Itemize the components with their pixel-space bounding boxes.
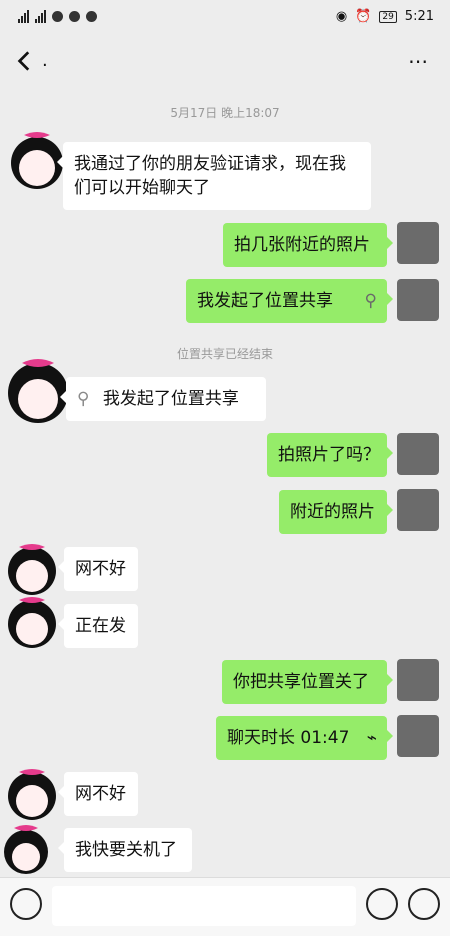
message-input[interactable] [52,886,356,926]
avatar[interactable] [0,347,76,427]
avatar[interactable] [397,659,439,701]
message-bubble[interactable]: 网不好 [58,547,138,591]
input-bar [0,877,450,936]
message-bubble[interactable]: 我通过了你的朋友验证请求，现在我 们可以开始聊天了 [57,142,371,210]
location-share-bubble[interactable]: ⚲ 我发起了位置共享 [60,377,266,421]
message-bubble[interactable]: 我快要关机了 [58,828,192,872]
title-bar: . ⋯ [0,36,450,88]
call-duration-bubble[interactable]: 聊天时长 01:47 ⌁ [216,716,393,760]
avatar[interactable] [3,590,61,652]
eye-icon: ◉ [335,9,348,24]
status-time: 5:21 [404,9,434,24]
message-bubble[interactable]: 拍照片了吗？ [267,433,393,477]
app-icon [69,10,80,22]
location-share-bubble[interactable]: 我发起了位置共享 ⚲ [186,279,393,323]
status-bar: ◉ ⏰ 29 5:21 [0,0,450,36]
avatar[interactable] [397,222,439,264]
signal-icon [35,9,46,23]
emoji-icon[interactable] [366,888,398,920]
message-bubble[interactable]: 附近的照片 [279,490,393,534]
avatar[interactable] [0,820,52,876]
alarm-icon: ⏰ [355,9,372,24]
timestamp: 5月17日 晚上18:07 [170,106,280,120]
avatar[interactable] [397,715,439,757]
message-bubble[interactable]: 拍几张附近的照片 [223,223,393,267]
battery-icon: 29 [379,10,397,23]
message-bubble[interactable]: 你把共享位置关了 [222,660,393,704]
voice-icon[interactable] [10,888,42,920]
avatar[interactable] [397,489,439,531]
back-icon[interactable] [12,48,38,74]
location-pin-icon: ⚲ [77,389,90,409]
plus-icon[interactable] [408,888,440,920]
message-text: 聊天时长 01:47 [227,728,350,748]
message-bubble[interactable]: 正在发 [58,604,138,648]
app-icon [52,10,63,22]
message-bubble[interactable]: 网不好 [58,772,138,816]
page-title: . [42,50,48,71]
app-icon [86,10,97,22]
status-icons-right: ◉ ⏰ 29 5:21 [336,9,434,24]
message-text: 我发起了位置共享 [197,291,333,311]
avatar[interactable] [3,762,61,824]
location-pin-icon: ⚲ [364,291,377,311]
signal-icon [18,9,29,23]
status-icons-left [18,9,97,23]
avatar[interactable] [397,433,439,475]
avatar[interactable] [397,279,439,321]
message-text: 我发起了位置共享 [102,389,239,409]
video-call-icon: ⌁ [366,728,377,748]
more-icon[interactable]: ⋯ [408,49,430,73]
